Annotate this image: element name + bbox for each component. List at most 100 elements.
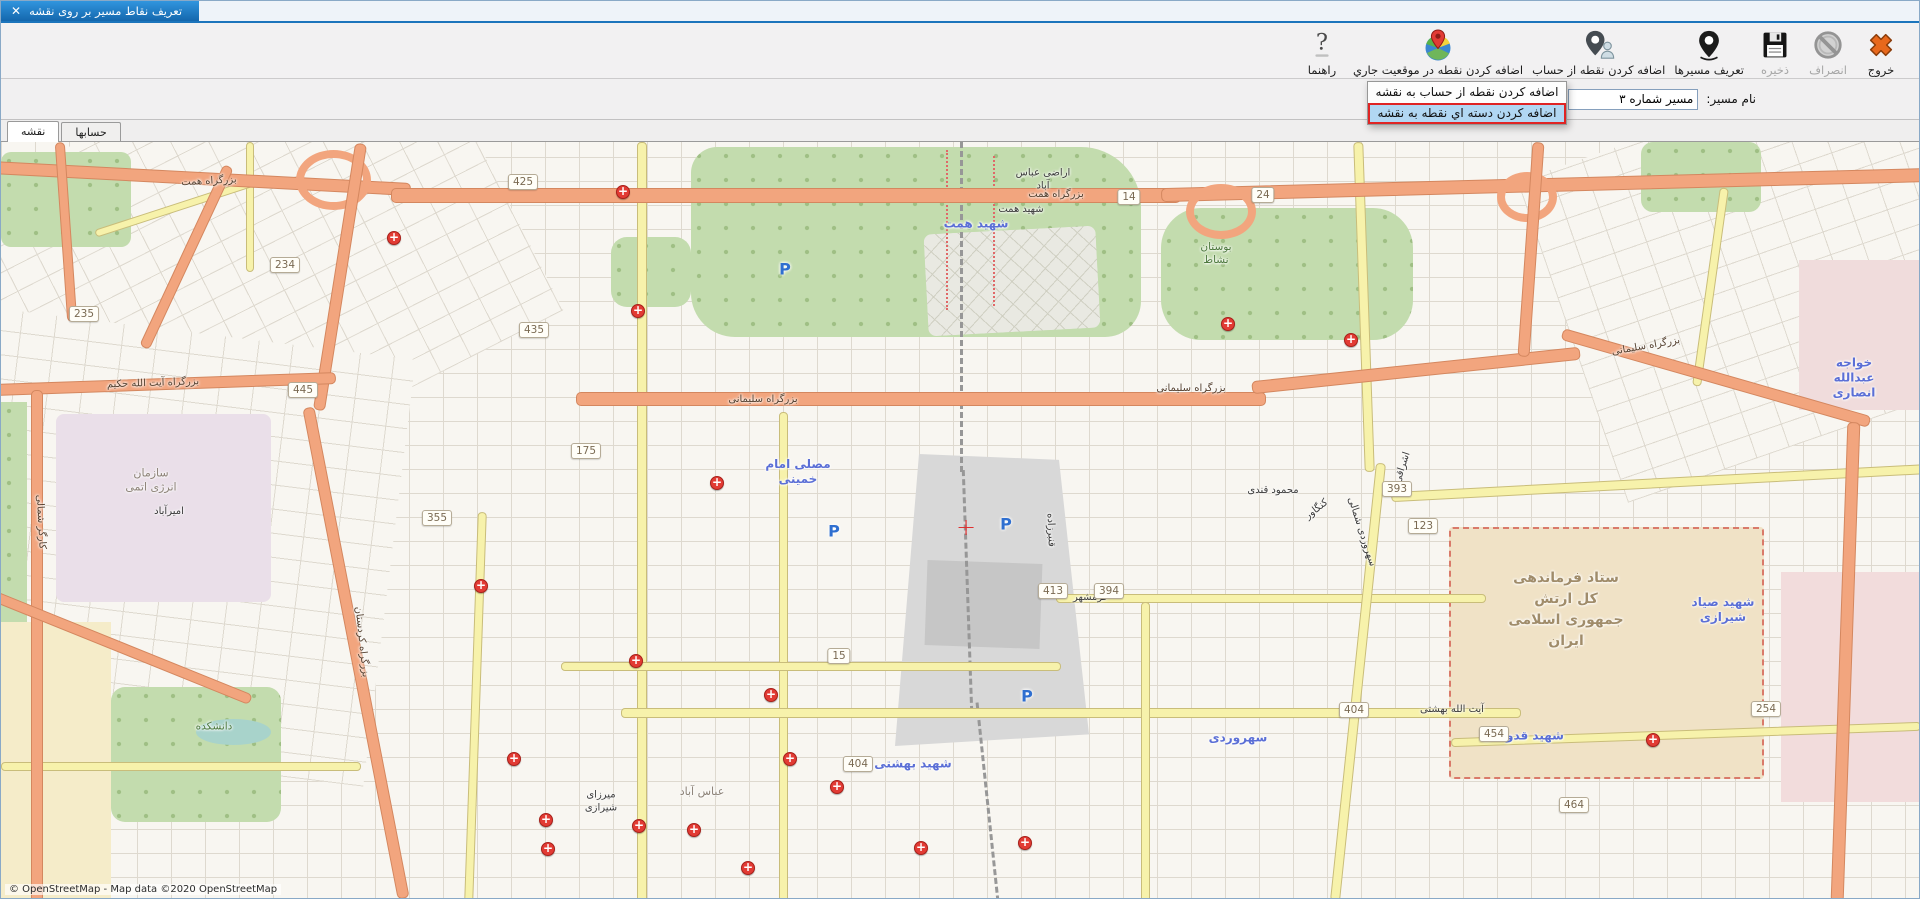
road-badge: 235 [69, 306, 99, 322]
map-marker[interactable]: + [539, 813, 553, 827]
map-label: بزرگراه سلیمانی [728, 394, 797, 407]
parking-icon: P [1000, 515, 1012, 534]
route-name-input[interactable] [1568, 89, 1698, 110]
exit-button[interactable]: خروج [1859, 26, 1903, 77]
map-marker[interactable]: + [1018, 836, 1032, 850]
toolbar: خروج انصراف ذخیره تعریف مسیرها اضافه کرد… [1, 23, 1919, 79]
map-label: شهید صیاد شیرازی [1692, 595, 1755, 625]
road-badge: 14 [1117, 189, 1140, 205]
tab-map[interactable]: نقشه [7, 121, 59, 142]
define-routes-button[interactable]: تعریف مسیرها [1674, 26, 1744, 77]
route-name-label: نام مسیر: [1706, 92, 1756, 106]
map-label: خواجه عبدالله انصاری [1822, 356, 1887, 401]
road-badge: 413 [1038, 583, 1068, 599]
map-label: بزرگراه سلیمانی [1156, 383, 1225, 396]
window-title: تعریف نقاط مسیر بر روی نقشه [29, 4, 182, 18]
map-label: مصلی امام خمینی [765, 457, 830, 487]
road-badge: 175 [571, 443, 601, 459]
menu-item[interactable]: اضافه کردن نقطه از حساب به نقشه [1368, 82, 1566, 103]
add-point-current-position-label: اضافه کردن نقطه در موقعیت جاري [1353, 63, 1523, 77]
menu-item[interactable]: اضافه کردن دسته اي نقطه به نقشه [1368, 103, 1566, 124]
map-canvas[interactable]: + © OpenStreetMap - Map data ©2020 OpenS… [1, 141, 1919, 898]
map-marker[interactable]: + [741, 861, 755, 875]
add-point-current-position-button[interactable]: اضافه کردن نقطه در موقعیت جاري [1353, 26, 1523, 77]
road-secondary [1, 762, 361, 771]
map-label: سهروردی [1209, 731, 1268, 746]
interchange-loop [1186, 184, 1256, 239]
save-label: ذخیره [1761, 63, 1789, 77]
cancel-button[interactable]: انصراف [1806, 26, 1850, 77]
tab-accounts[interactable]: حسابها [61, 122, 120, 141]
map-attribution: © OpenStreetMap - Map data ©2020 OpenStr… [5, 884, 281, 895]
map-label: ستاد فرماندهی کل ارتش جمهوری اسلامی ایرا… [1508, 568, 1623, 652]
map-marker[interactable]: + [541, 842, 555, 856]
map-marker[interactable]: + [710, 476, 724, 490]
exit-label: خروج [1868, 63, 1894, 77]
map-marker[interactable]: + [632, 819, 646, 833]
cancel-label: انصراف [1809, 63, 1847, 77]
map-label: دانشکده [196, 720, 233, 733]
map-marker[interactable]: + [687, 823, 701, 837]
add-point-from-account-button[interactable]: اضافه کردن نقطه از حساب [1532, 26, 1665, 77]
road-badge: 123 [1408, 518, 1438, 534]
pale-district-sw [1, 622, 111, 898]
close-icon[interactable]: ✕ [11, 4, 21, 18]
road-badge: 15 [827, 648, 850, 664]
map-label: میرزای شیرازی [585, 790, 617, 815]
map-label: سازمان انرژی اتمی [125, 466, 176, 494]
road-badge: 355 [422, 510, 452, 526]
map-marker[interactable]: + [764, 688, 778, 702]
road-badge: 404 [1339, 702, 1369, 718]
help-label: راهنما [1308, 63, 1336, 77]
road-badge: 445 [288, 382, 318, 398]
map-label: عباس آباد [680, 785, 725, 799]
context-menu: اضافه کردن نقطه از حساب به نقشهاضافه کرد… [1367, 81, 1567, 125]
map-marker[interactable]: + [830, 780, 844, 794]
svg-text:?: ? [1316, 29, 1328, 55]
parking-icon: P [828, 522, 840, 541]
road-badge: 24 [1251, 187, 1274, 203]
map-label: امیرآباد [154, 506, 184, 519]
map-marker[interactable]: + [1221, 317, 1235, 331]
map-marker[interactable]: + [616, 185, 630, 199]
add-point-from-account-label: اضافه کردن نقطه از حساب [1532, 63, 1665, 77]
window-title-tab[interactable]: ✕ تعریف نقاط مسیر بر روی نقشه [1, 1, 199, 21]
map-label: شهید بهشتی [874, 757, 951, 772]
save-icon [1760, 26, 1790, 63]
map-label: شهید همت [998, 204, 1043, 217]
map-marker[interactable]: + [914, 841, 928, 855]
parking-icon: P [1021, 687, 1033, 706]
map-label: آیت الله بهشتی [1420, 704, 1484, 717]
road-badge: 254 [1751, 701, 1781, 717]
park-small-mid [611, 237, 691, 307]
road-badge: 393 [1382, 481, 1412, 497]
map-marker[interactable]: + [1646, 733, 1660, 747]
routes-pin-icon [1693, 26, 1725, 63]
map-marker[interactable]: + [1344, 333, 1358, 347]
map-marker[interactable]: + [387, 231, 401, 245]
add-point-current-position-icon [1421, 26, 1455, 63]
mosalla-building [925, 560, 1043, 649]
road-badge: 425 [508, 174, 538, 190]
university-campus [111, 687, 281, 822]
road-badge: 435 [519, 322, 549, 338]
add-point-from-account-icon [1582, 26, 1616, 63]
map-label: قنبرزاده [1043, 513, 1057, 547]
save-button[interactable]: ذخیره [1753, 26, 1797, 77]
road-secondary [246, 142, 254, 272]
map-label: محمود قندی [1247, 485, 1298, 498]
route-name-row: نام مسیر: [1, 79, 1919, 119]
help-button[interactable]: ? راهنما [1300, 26, 1344, 77]
road-secondary [637, 142, 647, 898]
expo-grounds [923, 226, 1100, 337]
map-marker[interactable]: + [629, 654, 643, 668]
cancel-icon [1812, 26, 1844, 63]
map-marker[interactable]: + [474, 579, 488, 593]
map-marker[interactable]: + [507, 752, 521, 766]
map-marker[interactable]: + [783, 752, 797, 766]
exit-icon [1865, 26, 1897, 63]
map-label: اراضی عباس آباد [1016, 168, 1071, 193]
road-badge: 394 [1094, 583, 1124, 599]
map-crosshair: + [956, 517, 976, 537]
map-marker[interactable]: + [631, 304, 645, 318]
